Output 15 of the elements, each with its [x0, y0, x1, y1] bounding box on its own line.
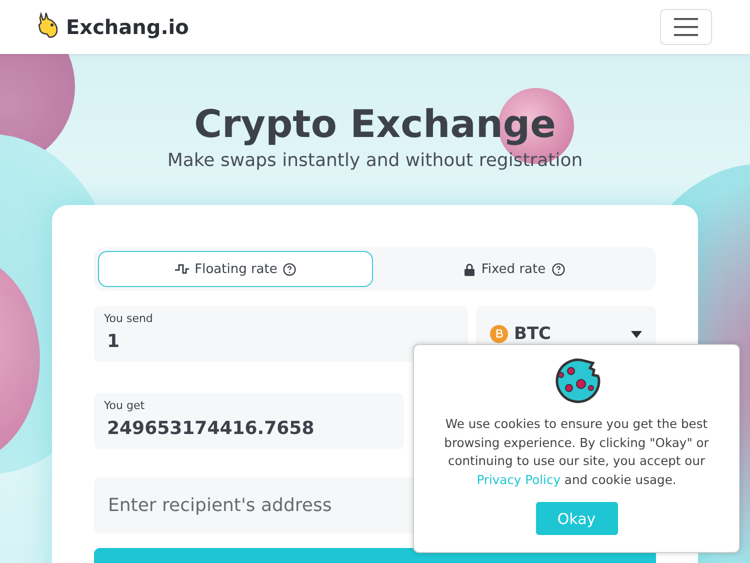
pulse-icon — [174, 263, 189, 275]
receive-amount-field[interactable]: You get 249653174416.7658 — [94, 393, 404, 449]
brand-name[interactable]: Exchang.io — [66, 15, 189, 39]
page-title: Crypto Exchange — [194, 101, 556, 148]
lock-icon — [464, 262, 476, 276]
page-subtitle: Make swaps instantly and without registration — [167, 150, 583, 171]
help-icon — [552, 262, 565, 276]
rate-tab[interactable]: Floating rate — [98, 251, 373, 287]
menu-button[interactable] — [660, 9, 712, 45]
rate-tab[interactable]: Fixed rate — [377, 251, 652, 287]
cookie-icon — [552, 357, 600, 405]
help-icon — [283, 262, 296, 276]
send-amount-field[interactable]: You send 1 — [94, 306, 468, 362]
menu-icon — [674, 18, 698, 36]
dropdown-caret-icon — [631, 330, 642, 338]
